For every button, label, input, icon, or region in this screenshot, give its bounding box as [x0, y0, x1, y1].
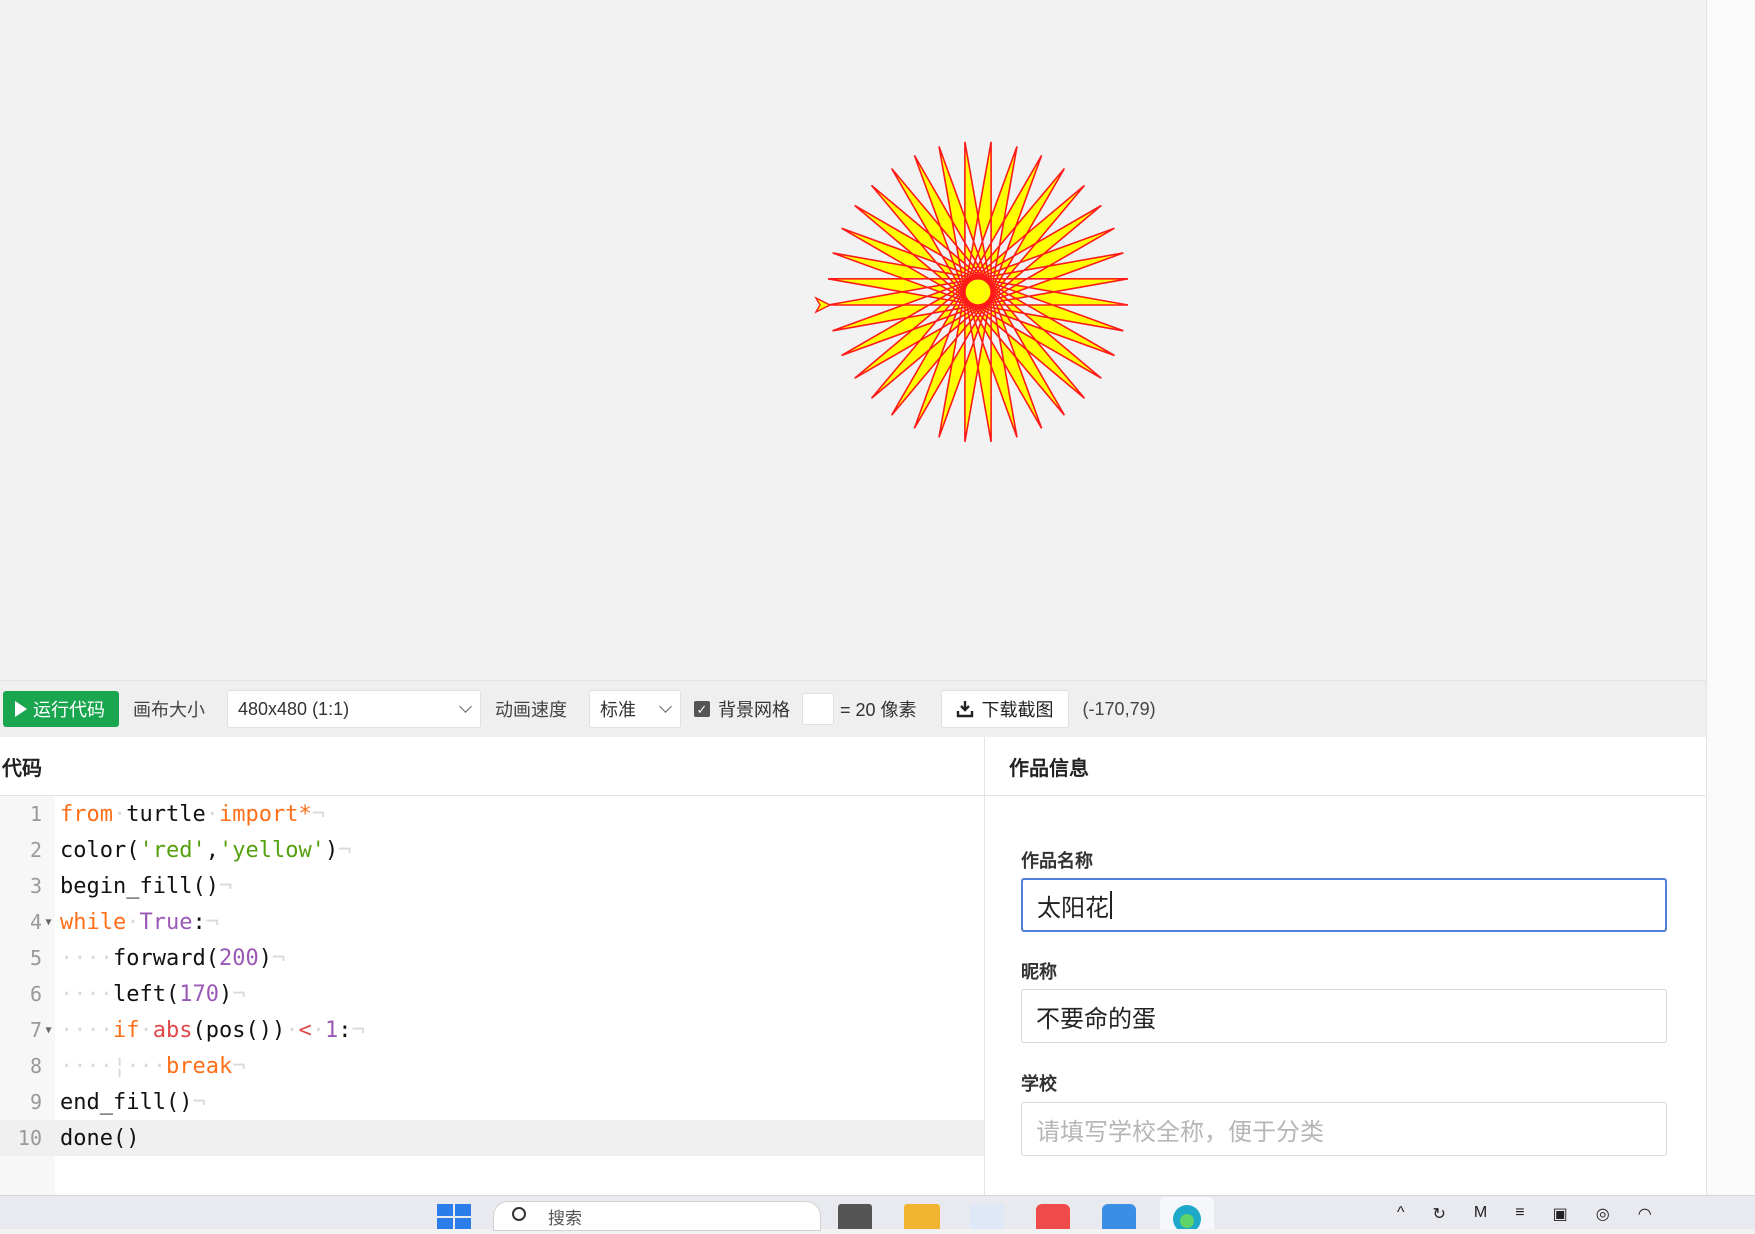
system-tray: ^ ↻ M ≡ ▣ ◎ ◠ — [1397, 1204, 1755, 1229]
grid-size-suffix: = 20 像素 — [840, 700, 917, 720]
refresh-icon[interactable]: ↻ — [1433, 1204, 1446, 1229]
input-method-icon[interactable]: ≡ — [1515, 1204, 1524, 1229]
turtle-canvas — [0, 0, 1706, 680]
download-screenshot-button[interactable]: 下载截图 — [940, 690, 1069, 728]
background-grid-checkbox[interactable]: ✓ — [694, 701, 710, 717]
work-name-value: 太阳花 — [1037, 894, 1109, 922]
work-name-input[interactable]: 太阳花 — [1021, 878, 1667, 932]
animation-speed-label: 动画速度 — [495, 700, 567, 720]
code-line[interactable]: 2 color('red','yellow')¬ — [0, 832, 984, 868]
code-line[interactable]: 4 ▼ while·True:¬ — [0, 904, 984, 940]
windows-start-icon[interactable] — [437, 1204, 471, 1229]
sun-flower-drawing — [814, 141, 1129, 443]
fold-toggle-icon[interactable]: ▼ — [42, 917, 55, 928]
app-icon[interactable] — [1102, 1204, 1136, 1229]
nickname-value: 不要命的蛋 — [1036, 1005, 1156, 1033]
chevron-up-icon[interactable]: ^ — [1397, 1204, 1405, 1229]
work-info-title: 作品信息 — [1009, 757, 1089, 780]
code-line[interactable]: 7 ▼ ····if·abs(pos())·<·1:¬ — [0, 1012, 984, 1048]
chevron-down-icon — [459, 700, 472, 713]
wifi-icon[interactable]: ◠ — [1638, 1204, 1652, 1229]
code-panel-title: 代码 — [2, 757, 42, 780]
canvas-size-value: 480x480 (1:1) — [238, 698, 350, 719]
animation-speed-value: 标准 — [600, 700, 636, 720]
search-icon — [512, 1207, 526, 1221]
app-icon[interactable] — [970, 1204, 1004, 1229]
play-icon — [15, 701, 27, 717]
app-icon[interactable] — [838, 1204, 872, 1229]
code-editor[interactable]: 1 from·turtle·import*¬ 2 color('red','ye… — [0, 796, 984, 1195]
school-placeholder: 请填写学校全称，便于分类 — [1036, 1118, 1324, 1146]
code-line[interactable]: 6 ····left(170)¬ — [0, 976, 984, 1012]
star-polygon — [827, 141, 1129, 443]
app-icon[interactable] — [1036, 1204, 1070, 1229]
app-tray-icon[interactable]: M — [1474, 1204, 1487, 1229]
work-info-panel: 作品信息 作品名称 太阳花 昵称 不要命的蛋 学校 请填写学校全称，便于分类 — [985, 737, 1706, 1195]
download-screenshot-label: 下载截图 — [981, 700, 1054, 720]
code-line-active[interactable]: 10 done() — [0, 1120, 984, 1156]
run-toolbar: 运行代码 画布大小 480x480 (1:1) 动画速度 标准 ✓ 背景网格 =… — [0, 680, 1706, 737]
download-icon — [956, 701, 973, 718]
nickname-label: 昵称 — [1021, 962, 1057, 982]
school-input[interactable]: 请填写学校全称，便于分类 — [1021, 1102, 1667, 1156]
code-line[interactable]: 8 ····¦···break¬ — [0, 1048, 984, 1084]
right-scroll-strip — [1706, 0, 1755, 1195]
canvas-size-select[interactable]: 480x480 (1:1) — [227, 690, 481, 728]
code-panel: 代码 1 from·turtle·import*¬ 2 color('red',… — [0, 737, 985, 1195]
turtle-cursor-icon — [814, 296, 832, 314]
background-grid-label: 背景网格 — [718, 700, 790, 720]
nickname-input[interactable]: 不要命的蛋 — [1021, 989, 1667, 1043]
taskbar-search-box[interactable]: 搜索 — [493, 1201, 821, 1231]
os-taskbar: 搜索 ^ ↻ M ≡ ▣ ◎ ◠ — [0, 1195, 1755, 1233]
grid-size-input[interactable] — [802, 693, 834, 725]
folder-icon[interactable] — [904, 1204, 940, 1229]
tray-icon[interactable]: ▣ — [1553, 1204, 1568, 1229]
school-label: 学校 — [1021, 1074, 1057, 1094]
chevron-down-icon — [659, 700, 672, 713]
taskbar-search-placeholder: 搜索 — [548, 1208, 582, 1228]
code-line[interactable]: 9 end_fill()¬ — [0, 1084, 984, 1120]
animation-speed-select[interactable]: 标准 — [589, 690, 681, 728]
tray-icon[interactable]: ◎ — [1596, 1204, 1610, 1229]
edge-browser-icon[interactable] — [1160, 1197, 1214, 1233]
code-line[interactable]: 1 from·turtle·import*¬ — [0, 796, 984, 832]
fold-toggle-icon[interactable]: ▼ — [42, 1025, 55, 1036]
work-name-label: 作品名称 — [1021, 851, 1093, 871]
code-line[interactable]: 3 begin_fill()¬ — [0, 868, 984, 904]
canvas-size-label: 画布大小 — [133, 700, 205, 720]
cursor-coordinates: (-170,79) — [1082, 698, 1156, 719]
run-code-label: 运行代码 — [33, 700, 105, 720]
run-code-button[interactable]: 运行代码 — [3, 691, 119, 727]
code-line[interactable]: 5 ····forward(200)¬ — [0, 940, 984, 976]
